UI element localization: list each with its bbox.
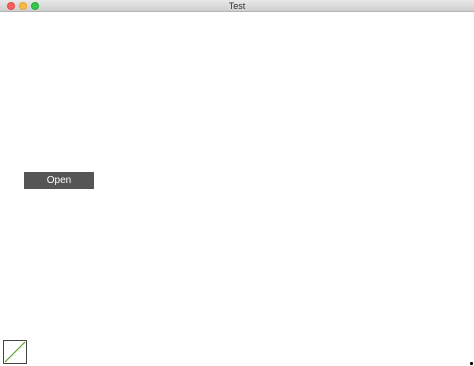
main-content: Open [0, 12, 474, 366]
title-bar[interactable]: Test [0, 0, 474, 12]
window-title: Test [228, 1, 246, 11]
app-window: Test Open [0, 0, 474, 366]
open-button[interactable]: Open [24, 172, 94, 189]
resize-handle[interactable] [470, 362, 473, 365]
line-chart-thumbnail-icon[interactable] [3, 340, 27, 364]
